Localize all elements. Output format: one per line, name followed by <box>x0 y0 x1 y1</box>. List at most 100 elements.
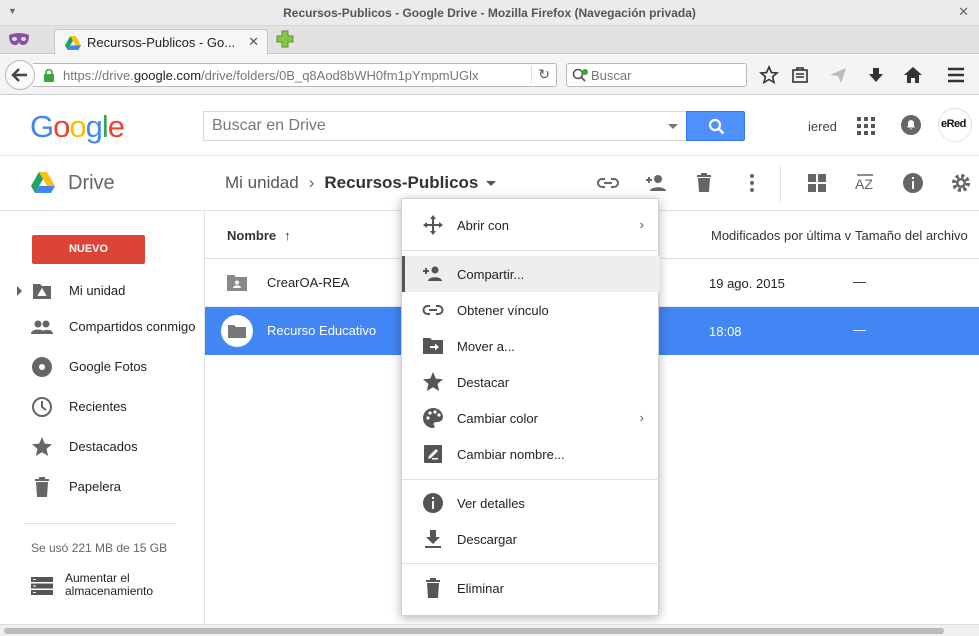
browser-search-box[interactable]: Buscar <box>566 63 747 87</box>
trash-icon <box>35 477 49 497</box>
new-button[interactable]: NUEVO <box>32 235 145 264</box>
reading-list-icon[interactable] <box>790 65 810 85</box>
sidebar-item-label: Destacados <box>69 439 138 454</box>
drive-logo-icon[interactable] <box>31 172 55 193</box>
sidebar: NUEVO Mi unidad Compartidos conmigo Goog… <box>0 211 204 625</box>
menu-item-star[interactable]: Destacar <box>402 364 660 400</box>
menu-item-change-color[interactable]: Cambiar color › <box>402 400 660 436</box>
menu-item-label: Cambiar color <box>457 411 538 426</box>
drive-search-input[interactable]: Buscar en Drive <box>203 111 686 141</box>
sidebar-item-label: Recientes <box>69 399 127 414</box>
avatar-text: eRed <box>941 118 966 130</box>
file-name: CrearOA-REA <box>267 275 350 290</box>
sidebar-item-trash[interactable]: Papelera <box>0 469 204 505</box>
toolbar-divider <box>780 166 781 202</box>
move-to-folder-icon <box>423 338 443 354</box>
menu-divider <box>402 563 660 564</box>
horizontal-scrollbar[interactable] <box>0 624 979 636</box>
url-prefix: https://drive. <box>63 68 134 83</box>
my-drive-icon <box>33 284 51 299</box>
folder-menu-dropdown-icon[interactable] <box>486 181 497 187</box>
sort-az-icon[interactable]: AZ <box>853 171 877 195</box>
apps-grid-icon[interactable] <box>857 117 875 135</box>
breadcrumb: Mi unidad › Recursos-Publicos <box>225 173 497 193</box>
sidebar-item-label: Google Fotos <box>69 359 148 374</box>
menu-item-view-details[interactable]: Ver detalles <box>402 485 660 521</box>
breadcrumb-current[interactable]: Recursos-Publicos <box>324 173 478 192</box>
menu-item-open-with[interactable]: Abrir con › <box>402 207 660 243</box>
notifications-bell-icon[interactable] <box>901 115 921 135</box>
sidebar-item-label: Compartidos conmigo <box>69 319 196 334</box>
drive-product-name: Drive <box>68 172 115 194</box>
url-bar[interactable]: https://drive.google.com/drive/folders/0… <box>33 63 557 87</box>
column-header-modified[interactable]: Modificados por última v <box>711 228 851 243</box>
sidebar-divider <box>24 523 176 524</box>
menu-hamburger-icon[interactable] <box>946 65 966 85</box>
column-name-label: Nombre <box>227 228 277 243</box>
sort-arrow-up-icon[interactable]: ↑ <box>284 228 291 243</box>
context-menu: Abrir con › Compartir... Obtener vínculo… <box>401 198 660 616</box>
menu-item-move-to[interactable]: Mover a... <box>402 328 660 364</box>
grid-view-icon[interactable] <box>805 171 829 195</box>
search-options-dropdown-icon[interactable] <box>668 124 678 129</box>
upgrade-storage-link[interactable]: Aumentar el almacenamiento <box>65 572 153 598</box>
menu-item-download[interactable]: Descargar <box>402 521 660 557</box>
scrollbar-thumb[interactable] <box>4 628 944 634</box>
star-icon <box>423 372 443 391</box>
sidebar-item-shared[interactable]: Compartidos conmigo <box>0 309 204 345</box>
palette-icon <box>423 408 443 428</box>
new-tab-icon[interactable] <box>276 30 294 48</box>
browser-tab[interactable]: Recursos-Publicos - Go... ✕ <box>54 29 268 55</box>
sidebar-item-my-drive[interactable]: Mi unidad <box>0 273 204 309</box>
menu-item-share[interactable]: Compartir... <box>402 256 660 292</box>
expand-arrow-icon[interactable] <box>17 286 22 296</box>
more-vertical-icon[interactable] <box>740 171 764 195</box>
send-icon[interactable] <box>828 65 848 85</box>
shared-people-icon <box>31 320 53 334</box>
window-close-icon[interactable]: ✕ <box>958 4 969 20</box>
move-arrows-icon <box>423 215 443 235</box>
trash-icon[interactable] <box>692 171 716 195</box>
breadcrumb-separator-icon: › <box>308 173 315 192</box>
url-domain: google.com <box>133 68 202 83</box>
sidebar-item-recent[interactable]: Recientes <box>0 389 204 425</box>
download-arrow-icon[interactable] <box>866 65 886 85</box>
menu-item-rename[interactable]: Cambiar nombre... <box>402 436 660 472</box>
file-size: — <box>853 322 866 337</box>
get-link-icon[interactable] <box>596 171 620 195</box>
google-logo[interactable]: Google <box>30 109 125 145</box>
window-title: Recursos-Publicos - Google Drive - Mozil… <box>283 6 696 20</box>
tab-title: Recursos-Publicos - Go... <box>87 35 236 50</box>
file-size: — <box>853 274 866 289</box>
clock-icon <box>32 397 52 417</box>
home-icon[interactable] <box>903 65 923 85</box>
link-icon <box>422 305 444 315</box>
menu-item-get-link[interactable]: Obtener vínculo <box>402 292 660 328</box>
user-name[interactable]: iered <box>808 119 837 134</box>
bookmark-star-icon[interactable] <box>759 65 779 85</box>
menu-item-label: Abrir con <box>457 218 510 233</box>
photos-icon <box>32 357 52 377</box>
back-arrow-icon <box>11 68 27 82</box>
sidebar-item-photos[interactable]: Google Fotos <box>0 349 204 385</box>
add-person-icon[interactable] <box>644 171 668 195</box>
back-button[interactable] <box>5 60 35 90</box>
menu-item-delete[interactable]: Eliminar <box>402 570 660 606</box>
column-header-name[interactable]: Nombre ↑ <box>227 228 291 243</box>
drive-search-button[interactable] <box>686 111 745 141</box>
upgrade-line-2: almacenamiento <box>65 584 154 598</box>
sidebar-item-label: Papelera <box>69 479 122 494</box>
drive-search-placeholder: Buscar en Drive <box>212 117 326 134</box>
settings-gear-icon[interactable] <box>949 171 973 195</box>
column-header-size[interactable]: Tamaño del archivo <box>855 228 968 243</box>
account-avatar[interactable]: eRed <box>938 108 972 142</box>
sidebar-item-starred[interactable]: Destacados <box>0 429 204 465</box>
breadcrumb-root[interactable]: Mi unidad <box>225 173 299 192</box>
reload-icon[interactable]: ↻ <box>531 66 550 83</box>
folder-icon <box>221 315 253 347</box>
menu-divider <box>402 479 660 480</box>
tab-close-icon[interactable]: ✕ <box>248 34 259 50</box>
highlight-bar <box>402 256 405 292</box>
trash-icon <box>426 578 440 598</box>
info-icon[interactable] <box>901 171 925 195</box>
